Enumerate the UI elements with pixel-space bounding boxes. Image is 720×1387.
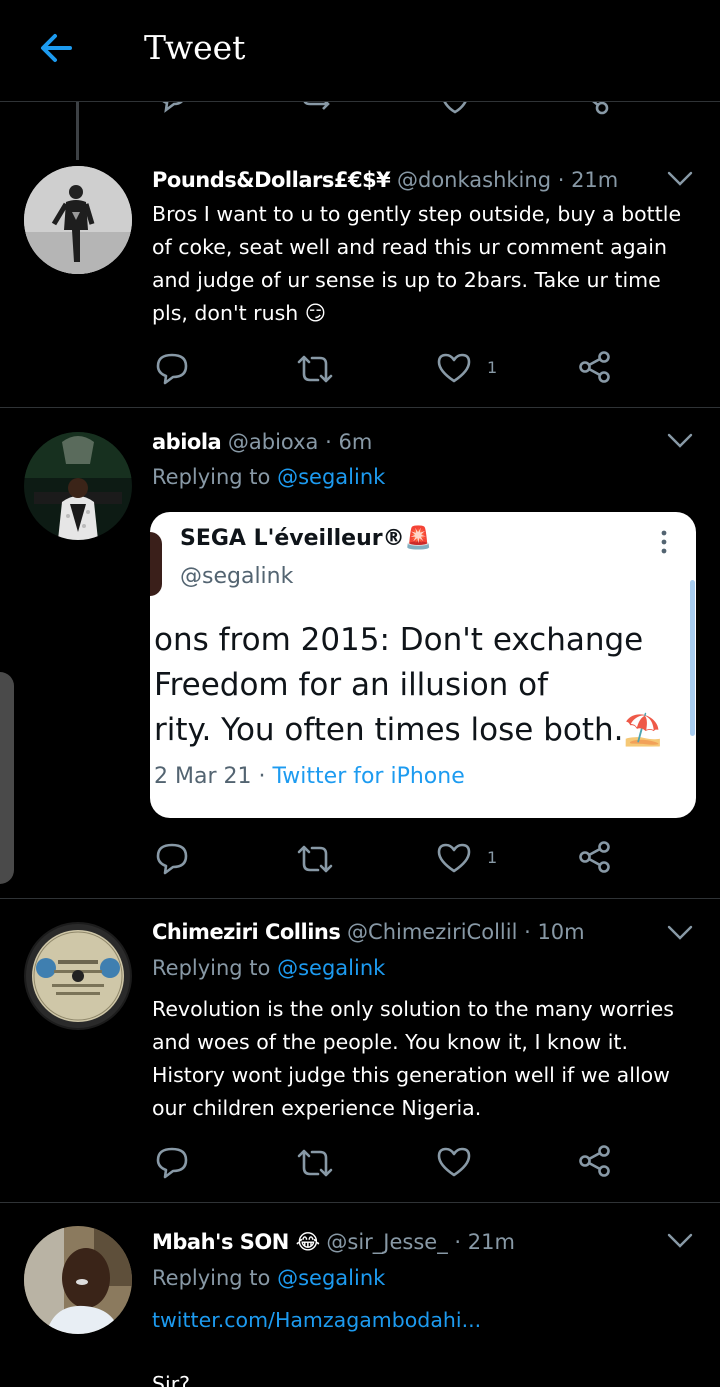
- quoted-text-line: Freedom for an illusion of: [154, 667, 549, 703]
- display-name[interactable]: Pounds&Dollars£€$¥: [152, 168, 391, 192]
- share-icon[interactable]: [578, 840, 612, 874]
- reply-icon[interactable]: [154, 842, 190, 876]
- user-handle[interactable]: @ChimeziriCollil: [347, 920, 517, 944]
- share-icon[interactable]: [578, 1144, 612, 1178]
- tweet-header: Pounds&Dollars£€$¥ @donkashking · 21m: [152, 168, 618, 192]
- chevron-down-icon[interactable]: [666, 924, 694, 942]
- like-count: 1: [487, 358, 498, 377]
- retweet-icon[interactable]: [296, 352, 334, 386]
- tweet-text: Sir?: [152, 1372, 191, 1387]
- tweet-header: Mbah's SON 😂 @sir_Jesse_ · 21m: [152, 1230, 515, 1254]
- divider: [0, 898, 720, 899]
- replying-to-label: Replying to: [152, 956, 271, 980]
- scrollbar: [690, 580, 695, 736]
- chevron-down-icon[interactable]: [666, 432, 694, 450]
- avatar[interactable]: [24, 1226, 132, 1334]
- replying-to: Replying to @segalink: [152, 956, 385, 980]
- quoted-meta: 2 Mar 21 · Twitter for iPhone: [154, 764, 465, 789]
- tweet-link[interactable]: twitter.com/Hamzagambodahi...: [152, 1304, 700, 1337]
- avatar[interactable]: [24, 432, 132, 540]
- quoted-avatar-fragment: [150, 532, 162, 596]
- more-options-icon: [658, 528, 670, 556]
- like-icon[interactable]: [436, 842, 472, 874]
- quoted-source: Twitter for iPhone: [272, 764, 465, 789]
- tweet-header: abiola @abioxa · 6m: [152, 430, 372, 454]
- replying-to: Replying to @segalink: [152, 465, 385, 489]
- chevron-down-icon[interactable]: [666, 170, 694, 188]
- timestamp: · 21m: [454, 1230, 515, 1254]
- reply-icon[interactable]: [154, 1146, 190, 1180]
- tweet-header: Chimeziri Collins @ChimeziriCollil · 10m: [152, 920, 585, 944]
- meta-dot: ·: [258, 764, 266, 789]
- divider: [0, 1202, 720, 1203]
- quoted-display-name: SEGA L'éveilleur®🚨: [180, 526, 433, 551]
- replying-to: Replying to @segalink: [152, 1266, 385, 1290]
- user-handle[interactable]: @sir_Jesse_: [326, 1230, 447, 1254]
- quoted-user-handle: @segalink: [180, 564, 294, 589]
- timestamp: · 6m: [325, 430, 373, 454]
- replying-to-label: Replying to: [152, 1266, 271, 1290]
- tweet-text: Bros I want to u to gently step outside,…: [152, 202, 682, 325]
- reply-icon[interactable]: [154, 352, 190, 386]
- divider: [0, 407, 720, 408]
- replying-to-handle[interactable]: @segalink: [277, 956, 385, 980]
- quoted-text-line: ons from 2015: Don't exchange: [154, 622, 644, 658]
- replying-to-handle[interactable]: @segalink: [277, 1266, 385, 1290]
- share-icon[interactable]: [578, 350, 612, 384]
- replying-to-handle[interactable]: @segalink: [277, 465, 385, 489]
- edge-panel-handle[interactable]: [0, 672, 14, 884]
- quoted-tweet-text: ons from 2015: Don't exchange Freedom fo…: [154, 618, 662, 753]
- attached-image-screenshot[interactable]: SEGA L'éveilleur®🚨 @segalink ons from 20…: [150, 512, 696, 818]
- thread-connector-line: [76, 102, 79, 160]
- tweet-text: Revolution is the only solution to the m…: [152, 997, 674, 1120]
- like-icon[interactable]: [436, 1146, 472, 1178]
- retweet-icon[interactable]: [296, 842, 334, 876]
- chevron-down-icon[interactable]: [666, 1232, 694, 1250]
- timestamp: · 10m: [524, 920, 585, 944]
- avatar[interactable]: [24, 166, 132, 274]
- quoted-text-line: rity. You often times lose both.⛱️: [154, 712, 663, 748]
- timestamp: · 21m: [557, 168, 619, 192]
- like-icon[interactable]: [436, 352, 472, 384]
- user-handle[interactable]: @abioxa: [228, 430, 319, 454]
- user-handle[interactable]: @donkashking: [397, 168, 551, 192]
- back-arrow-icon[interactable]: [34, 26, 78, 70]
- replying-to-label: Replying to: [152, 465, 271, 489]
- like-count: 1: [487, 848, 498, 867]
- quoted-date: 2 Mar 21: [154, 764, 252, 789]
- display-name[interactable]: abiola: [152, 430, 222, 454]
- avatar[interactable]: [24, 922, 132, 1030]
- page-title: Tweet: [144, 28, 246, 67]
- top-app-bar: Tweet: [0, 0, 720, 102]
- display-name[interactable]: Mbah's SON 😂: [152, 1230, 320, 1254]
- retweet-icon[interactable]: [296, 1146, 334, 1180]
- display-name[interactable]: Chimeziri Collins: [152, 920, 341, 944]
